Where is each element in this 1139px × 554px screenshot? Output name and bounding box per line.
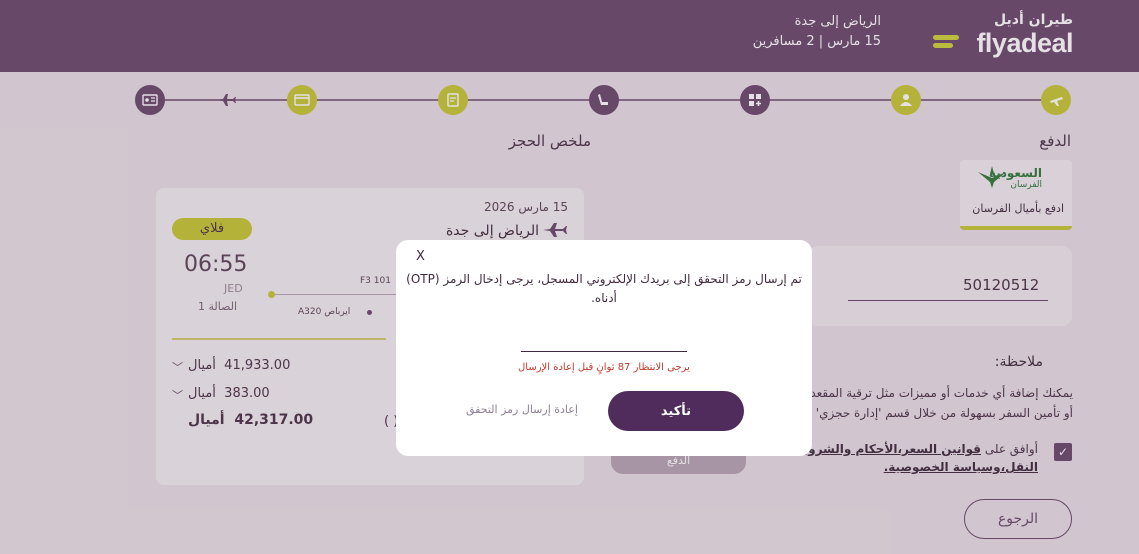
- otp-input[interactable]: [521, 332, 687, 352]
- close-icon[interactable]: X: [416, 249, 425, 264]
- resend-otp-link[interactable]: إعادة إرسال رمز التحقق: [466, 403, 578, 416]
- resend-countdown: يرجى الانتظار 87 ثوانٍ قبل إعادة الإرسال: [518, 362, 690, 373]
- otp-modal: X تم إرسال رمز التحقق إلى بريدك الإلكترو…: [396, 240, 812, 456]
- confirm-button[interactable]: تأكيد: [608, 391, 744, 431]
- otp-message: تم إرسال رمز التحقق إلى بريدك الإلكتروني…: [406, 272, 802, 305]
